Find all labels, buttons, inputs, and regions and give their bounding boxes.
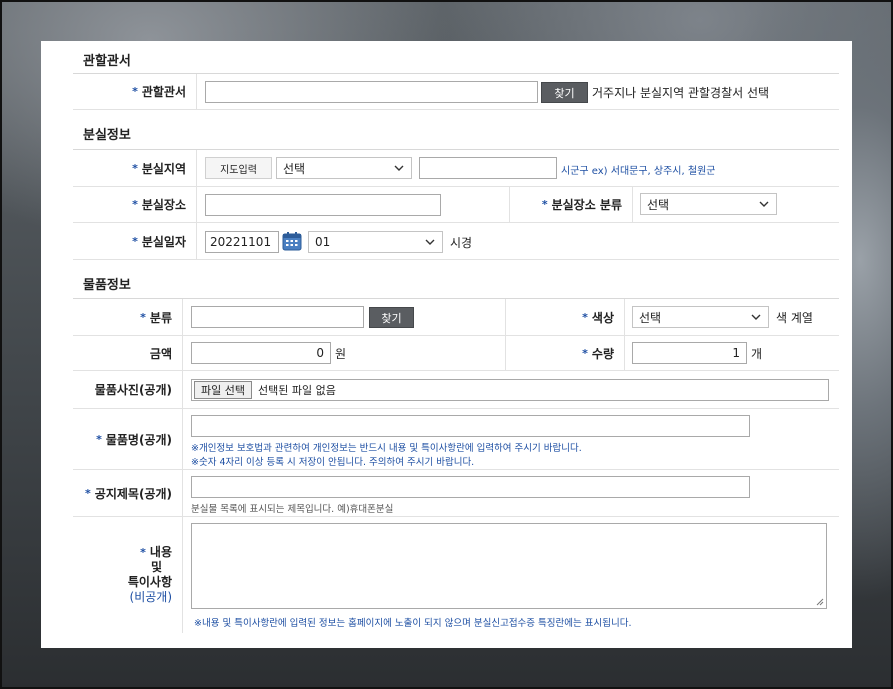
- required-mark: *: [582, 346, 588, 360]
- item-photo-choose-button[interactable]: 파일 선택: [194, 381, 252, 399]
- loss-area-district-input[interactable]: [419, 157, 557, 179]
- required-mark: *: [132, 198, 138, 211]
- jurisdiction-label-text: 관할관서: [141, 85, 186, 99]
- notice-title-input[interactable]: [191, 476, 750, 498]
- loss-hour-suffix: 시경: [450, 236, 473, 250]
- item-name-note-digits: ※숫자 4자리 이상 등록 시 저장이 안됩니다. 주의하여 주시기 바랍니다.: [191, 457, 475, 468]
- item-color-label: * 색상: [505, 299, 625, 335]
- required-mark: *: [582, 310, 588, 324]
- item-quantity-input[interactable]: 1: [632, 342, 747, 364]
- loss-area-row: * 분실지역 지도입력 선택 시군구 ex) 서대문구, 상주시, 철원군: [73, 150, 839, 187]
- chevron-down-icon: [759, 201, 769, 207]
- content-label: * 내용 및 특이사항 (비공개): [73, 517, 183, 633]
- item-photo-label: 물품사진(공개): [73, 371, 183, 408]
- required-mark: *: [132, 234, 138, 248]
- required-mark: *: [541, 198, 548, 211]
- jurisdiction-search-button[interactable]: 찾기: [541, 82, 588, 103]
- item-color-suffix: 색 계열: [776, 311, 813, 325]
- item-category-label-text: 분류: [149, 310, 172, 325]
- jurisdiction-help-text: 거주지나 분실지역 관할경찰서 선택: [592, 86, 770, 100]
- item-quantity-unit: 개: [751, 347, 763, 361]
- lost-item-report-form: 관할관서 * 관할관서 찾기 거주지나 분실지역 관할경찰서 선택 분실정보 *…: [41, 41, 852, 648]
- item-color-label-text: 색상: [591, 310, 614, 325]
- loss-place-label-text: 분실장소: [141, 198, 186, 212]
- item-photo-status: 선택된 파일 없음: [257, 384, 336, 397]
- loss-date-row: * 분실일자 20221101 01 시경: [73, 223, 839, 260]
- item-photo-label-text: 물품사진(공개): [94, 383, 172, 397]
- item-category-input[interactable]: [191, 306, 364, 328]
- loss-area-select-value: 선택: [283, 161, 306, 176]
- loss-place-label: * 분실장소: [73, 187, 197, 222]
- section-title-item: 물품정보: [83, 278, 131, 293]
- item-amount-input[interactable]: 0: [191, 342, 331, 364]
- content-textarea[interactable]: [191, 523, 827, 609]
- item-color-select[interactable]: 선택: [632, 306, 769, 328]
- loss-hour-value: 01: [315, 235, 331, 249]
- loss-place-category-label-text: 분실장소 분류: [551, 198, 622, 212]
- content-label-line2: 및: [150, 560, 162, 574]
- content-label-private: (비공개): [129, 590, 172, 604]
- content-label-line3: 특이사항: [127, 575, 172, 589]
- loss-place-category-value: 선택: [647, 197, 670, 212]
- content-row: * 내용 및 특이사항 (비공개) ※내용 및 특이사항란에 입력된 정보는 홈페…: [73, 517, 839, 633]
- required-mark: *: [140, 310, 146, 324]
- item-category-label: * 분류: [73, 299, 183, 335]
- notice-title-label: * 공지제목(공개): [73, 470, 183, 516]
- item-table: * 분류 찾기 * 색상 선택 색 계열 금액 0 원 * 수량 1 개 물품사…: [73, 298, 839, 633]
- loss-area-hint: 시군구 ex) 서대문구, 상주시, 철원군: [561, 166, 716, 177]
- item-quantity-label: * 수량: [505, 336, 625, 370]
- content-label-line1: * 내용: [140, 545, 172, 560]
- notice-title-label-text: 공지제목(공개): [94, 486, 172, 501]
- item-photo-file-input[interactable]: 파일 선택 선택된 파일 없음: [191, 379, 829, 401]
- section-title-loss: 분실정보: [83, 128, 131, 143]
- required-mark: *: [132, 161, 138, 175]
- map-input-button[interactable]: 지도입력: [205, 157, 272, 179]
- required-mark: *: [132, 85, 138, 98]
- loss-place-row: * 분실장소 * 분실장소 분류 선택: [73, 187, 839, 223]
- loss-area-label-text: 분실지역: [141, 161, 186, 176]
- item-name-row: * 물품명(공개) ※개인정보 보호법과 관련하여 개인정보는 반드시 내용 및…: [73, 409, 839, 470]
- chevron-down-icon: [394, 165, 404, 171]
- resize-handle-icon[interactable]: [816, 598, 824, 606]
- item-color-value: 선택: [639, 310, 662, 325]
- loss-hour-select[interactable]: 01: [308, 231, 443, 253]
- jurisdiction-label: * 관할관서: [73, 74, 197, 109]
- notice-title-note: 분실물 목록에 표시되는 제목입니다. 예)휴대폰분실: [191, 504, 394, 515]
- item-name-input[interactable]: [191, 415, 750, 437]
- loss-area-label: * 분실지역: [73, 150, 197, 186]
- item-category-search-button[interactable]: 찾기: [369, 307, 414, 328]
- content-label-line1-text: 내용: [149, 545, 172, 559]
- item-amount-label-text: 금액: [149, 346, 172, 361]
- jurisdiction-table: * 관할관서 찾기 거주지나 분실지역 관할경찰서 선택: [73, 73, 839, 110]
- jurisdiction-input[interactable]: [205, 81, 538, 103]
- chevron-down-icon: [425, 239, 435, 245]
- loss-date-label-text: 분실일자: [141, 234, 186, 249]
- loss-area-select[interactable]: 선택: [276, 157, 412, 179]
- item-name-note-privacy: ※개인정보 보호법과 관련하여 개인정보는 반드시 내용 및 특이사항란에 입력…: [191, 443, 582, 454]
- loss-table: * 분실지역 지도입력 선택 시군구 ex) 서대문구, 상주시, 철원군 * …: [73, 149, 839, 260]
- calendar-icon[interactable]: [282, 231, 302, 251]
- item-name-label: * 물품명(공개): [73, 409, 183, 469]
- loss-place-category-label: * 분실장소 분류: [509, 187, 633, 222]
- required-mark: *: [96, 432, 102, 446]
- section-title-jurisdiction: 관할관서: [83, 54, 131, 69]
- notice-title-row: * 공지제목(공개) 분실물 목록에 표시되는 제목입니다. 예)휴대폰분실: [73, 470, 839, 517]
- item-name-label-text: 물품명(공개): [105, 432, 172, 447]
- required-mark: *: [85, 486, 91, 500]
- required-mark: *: [140, 546, 146, 559]
- item-category-row: * 분류 찾기 * 색상 선택 색 계열: [73, 299, 839, 336]
- item-amount-label: 금액: [73, 336, 183, 370]
- loss-date-label: * 분실일자: [73, 223, 197, 259]
- content-note: ※내용 및 특이사항란에 입력된 정보는 홈페이지에 노출이 되지 않으며 분실…: [194, 618, 632, 629]
- item-amount-row: 금액 0 원 * 수량 1 개: [73, 336, 839, 371]
- jurisdiction-row: * 관할관서 찾기 거주지나 분실지역 관할경찰서 선택: [73, 74, 839, 110]
- chevron-down-icon: [751, 314, 761, 320]
- loss-place-category-select[interactable]: 선택: [640, 193, 777, 215]
- loss-date-input[interactable]: 20221101: [205, 231, 279, 253]
- item-photo-row: 물품사진(공개) 파일 선택 선택된 파일 없음: [73, 371, 839, 409]
- loss-place-input[interactable]: [205, 194, 441, 216]
- item-quantity-label-text: 수량: [591, 346, 614, 361]
- item-amount-unit: 원: [335, 347, 347, 361]
